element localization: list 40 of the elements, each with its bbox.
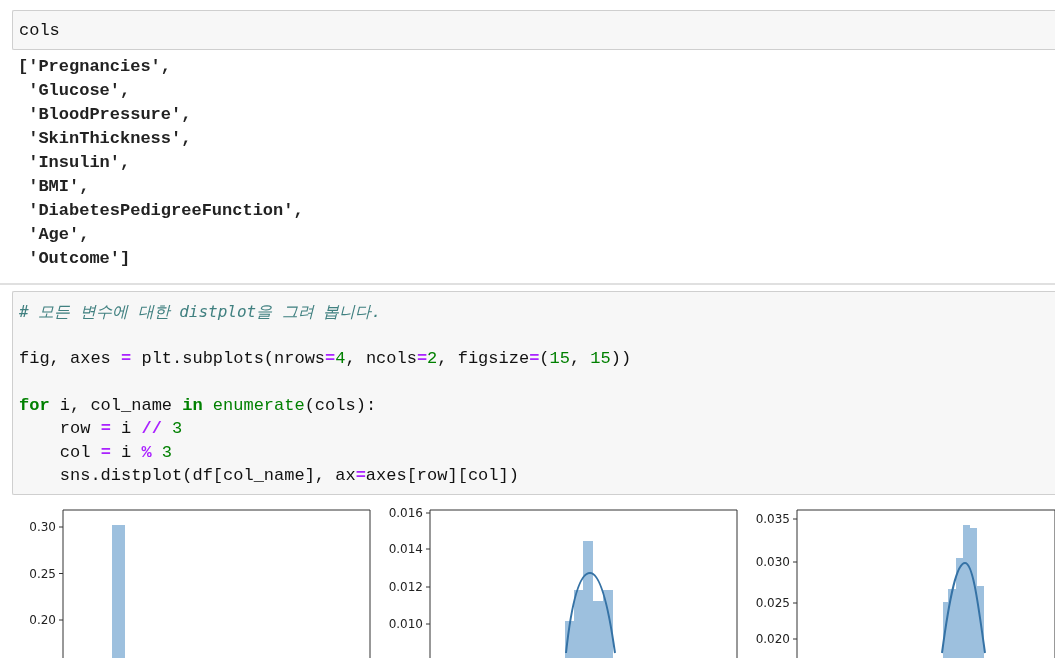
tick-mark — [58, 572, 64, 574]
tick-mark — [58, 619, 64, 620]
code-comment: # 모든 변수에 대한 distplot을 그려 봅니다. — [19, 300, 383, 323]
tick-label: 0.014 — [388, 541, 423, 556]
tick-mark — [58, 526, 64, 527]
code-line: cols — [19, 20, 61, 42]
tick-mark — [425, 548, 431, 549]
tick-label: 0.035 — [755, 511, 790, 526]
tick-label: 0.010 — [388, 616, 423, 631]
code-line: sns.distplot(df[col_name], ax=axes[row][col]) — [58, 465, 520, 487]
tick-mark — [425, 623, 431, 624]
output-line: 'Outcome'] — [27, 247, 131, 270]
code-line: fig, axes = plt.subplots(nrows=4, ncols=2, figsize=(15, 15)) — [19, 347, 633, 370]
code-cell-input[interactable]: # 모든 변수에 대한 distplot을 그려 봅니다. fig, axes = plt.subplots(nrows=4, ncols=2, figsize=(15, 15)) for i, col_name in enumerate(cols): row = i // 3 col = i % 3 sns.distplot(df[col_name], ax=axes[row][col]) — [12, 290, 1055, 495]
output-line: 'BloodPressure', — [27, 103, 192, 126]
tick-mark — [792, 638, 798, 639]
tick-label: 0.30 — [29, 519, 56, 534]
output-line: 'BMI', — [27, 175, 90, 198]
output-line: 'Glucose', — [27, 79, 131, 102]
output-line: 'Insulin', — [27, 151, 131, 174]
tick-mark — [425, 586, 431, 587]
output-line: ['Pregnancies', — [18, 55, 172, 78]
tick-label: 0.025 — [755, 595, 790, 610]
tick-mark — [425, 512, 431, 513]
tick-label: 0.012 — [388, 579, 423, 594]
tick-label: 0.030 — [755, 554, 790, 569]
tick-label: 0.25 — [29, 566, 56, 580]
tick-mark — [792, 561, 798, 562]
output-line: 'Age', — [27, 223, 90, 246]
output-line: 'SkinThickness', — [27, 127, 192, 150]
code-line: col = i % 3 — [58, 441, 174, 464]
output-line: 'DiabetesPedigreeFunction', — [27, 199, 304, 222]
tick-label: 0.20 — [29, 612, 56, 627]
tick-label: 0.016 — [388, 505, 423, 520]
tick-mark — [792, 518, 798, 519]
tick-label: 0.020 — [755, 631, 790, 646]
tick-mark — [792, 602, 798, 603]
code-line: for i, col_name in enumerate(cols): — [19, 394, 378, 417]
code-line: row = i // 3 — [58, 418, 184, 440]
code-cell-input[interactable]: cols — [12, 10, 1055, 50]
